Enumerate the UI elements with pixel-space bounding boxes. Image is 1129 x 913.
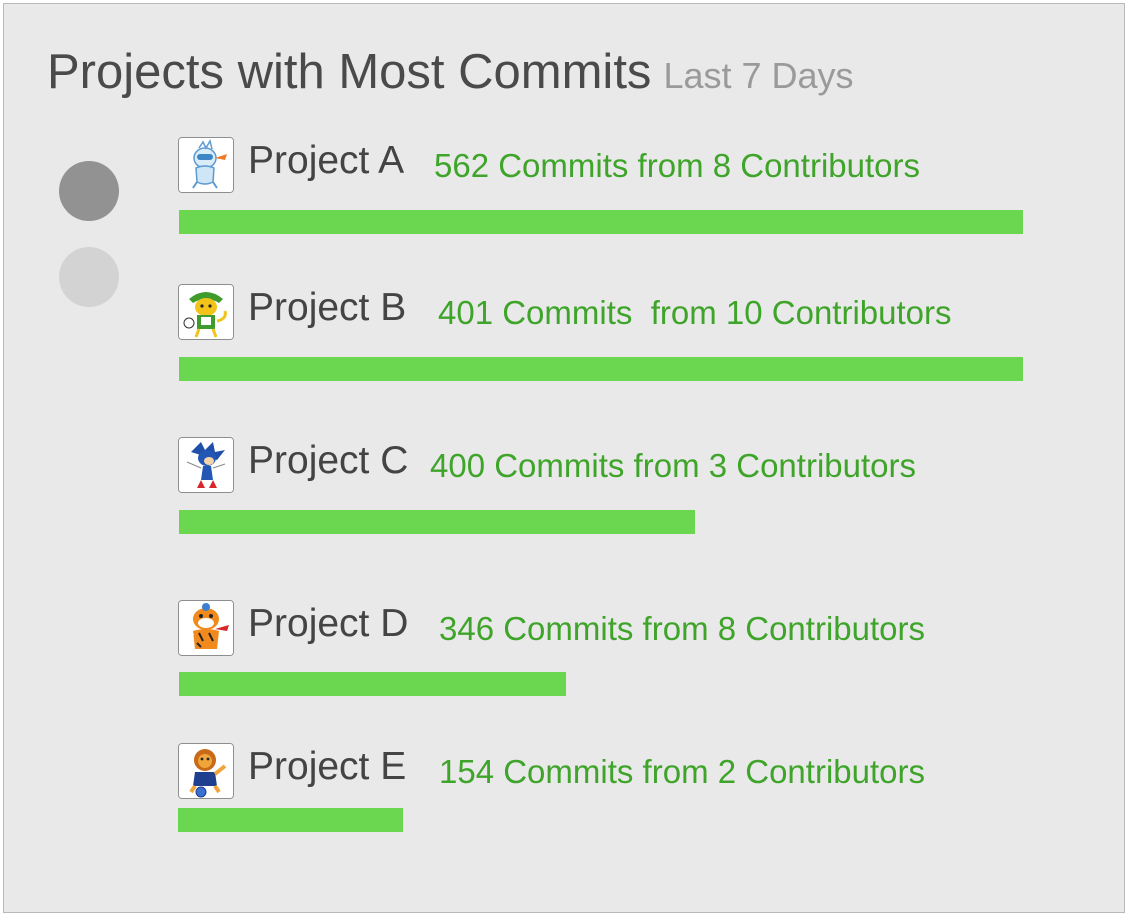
project-stats: 562 Commits from 8 Contributors: [434, 147, 920, 184]
tiger-mascot-icon: [178, 600, 234, 656]
project-stats: 401 Commits from 10 Contributors: [438, 294, 952, 331]
commit-bar: [179, 510, 695, 534]
ice-mascot-icon: [178, 137, 234, 193]
project-row[interactable]: Project B 401 Commits from 10 Contributo…: [4, 284, 1126, 394]
hedgehog-mascot-icon: [178, 437, 234, 493]
project-row[interactable]: Project E 154 Commits from 2 Contributor…: [4, 743, 1126, 853]
project-row[interactable]: Project C 400 Commits from 3 Contributor…: [4, 437, 1126, 547]
commit-bar: [179, 672, 567, 696]
project-stats: 154 Commits from 2 Contributors: [439, 753, 925, 790]
project-name: Project A: [248, 139, 405, 182]
commit-bar-track: [179, 672, 1023, 696]
project-row[interactable]: Project D 346 Commits from 8 Contributor…: [4, 600, 1126, 710]
commit-bar-track: [178, 808, 1022, 832]
project-row[interactable]: Project A 562 Commits from 8 Contributor…: [4, 137, 1126, 247]
page-title: Projects with Most Commits: [47, 45, 652, 99]
project-name: Project E: [248, 745, 407, 788]
commits-panel: Projects with Most Commits Last 7 Days Pr…: [3, 3, 1125, 913]
commit-bar-track: [179, 357, 1023, 381]
panel-title: Projects with Most Commits Last 7 Days: [47, 44, 854, 100]
commit-bar: [179, 210, 1023, 234]
lion-mascot-icon: [178, 743, 234, 799]
commit-bar: [179, 357, 1023, 381]
leopard-mascot-icon: [178, 284, 234, 340]
commit-bar-track: [179, 510, 1023, 534]
project-stats: 346 Commits from 8 Contributors: [439, 610, 925, 647]
time-range-label: Last 7 Days: [663, 55, 854, 96]
project-name: Project D: [248, 602, 409, 645]
project-name: Project B: [248, 286, 407, 329]
project-stats: 400 Commits from 3 Contributors: [430, 447, 916, 484]
project-name: Project C: [248, 439, 409, 482]
commit-bar: [178, 808, 404, 832]
commit-bar-track: [179, 210, 1023, 234]
